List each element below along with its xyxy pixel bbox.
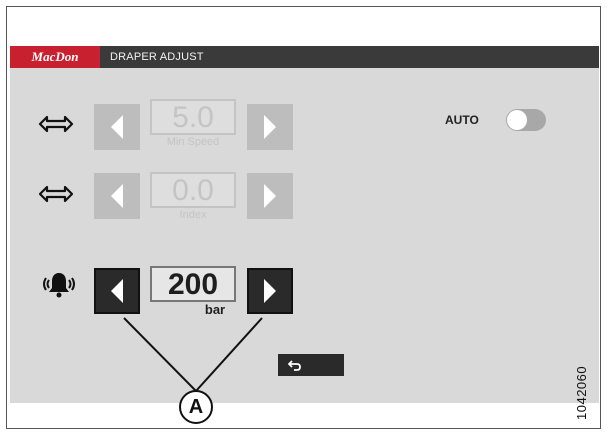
pressure-unit-label: bar (204, 302, 226, 317)
back-button[interactable] (278, 354, 344, 376)
title-bar: MacDon DRAPER ADJUST (10, 46, 599, 68)
min-speed-label: Min Speed (166, 136, 220, 148)
page-title: DRAPER ADJUST (110, 51, 204, 63)
figure-id: 1042060 (574, 365, 589, 420)
back-arrow-icon (288, 360, 301, 371)
min-speed-increase-button[interactable] (247, 104, 293, 150)
auto-toggle[interactable] (506, 109, 546, 131)
min-speed-decrease-button[interactable] (94, 104, 140, 150)
double-arrow-icon (38, 115, 74, 133)
index-increase-button[interactable] (247, 173, 293, 219)
min-speed-value: 5.0 (150, 99, 236, 135)
callout-a: A (179, 390, 213, 424)
index-label: Index (179, 209, 207, 221)
pressure-value: 200 (150, 266, 236, 302)
index-row: 0.0 Index (10, 164, 599, 221)
brand-logo: MacDon (10, 46, 100, 68)
pressure-increase-button[interactable] (247, 268, 293, 314)
draper-adjust-screen: 5.0 Min Speed 0.0 Index 200 bar AUTO (10, 68, 599, 403)
auto-toggle-knob (507, 110, 527, 130)
auto-label: AUTO (445, 113, 479, 127)
index-value: 0.0 (150, 172, 236, 208)
pressure-decrease-button[interactable] (94, 268, 140, 314)
bell-icon (43, 273, 75, 298)
pressure-alarm-row: 200 bar (10, 258, 599, 317)
index-decrease-button[interactable] (94, 173, 140, 219)
double-arrow-icon (38, 185, 74, 203)
